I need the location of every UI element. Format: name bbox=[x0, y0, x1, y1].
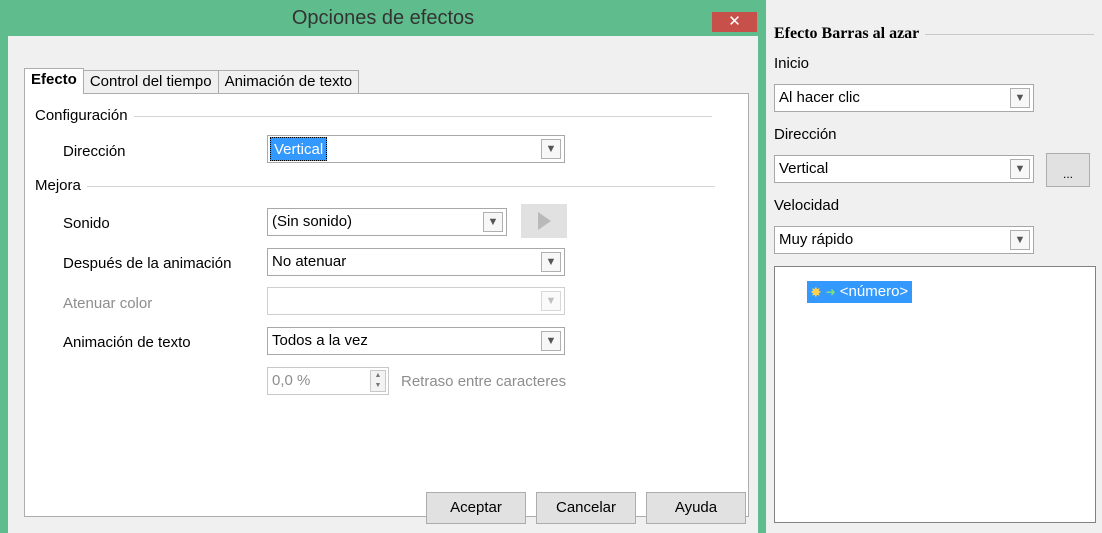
aceptar-button[interactable]: Aceptar bbox=[426, 492, 526, 524]
dialog-title: Opciones de efectos bbox=[291, 7, 475, 29]
ayuda-button[interactable]: Ayuda bbox=[646, 492, 746, 524]
animacion-texto-dropdown[interactable]: Todos a la vez ▼ bbox=[267, 327, 565, 355]
atenuar-color-label: Atenuar color bbox=[63, 295, 153, 312]
play-icon bbox=[538, 212, 551, 230]
dialog-body: Efecto Control del tiempo Animación de t… bbox=[8, 36, 758, 533]
retraso-spinbox[interactable]: 0,0 % ▲ ▼ bbox=[267, 367, 389, 395]
despues-animacion-label: Después de la animación bbox=[63, 255, 232, 272]
sidebar-direccion-dropdown-value: Vertical bbox=[779, 160, 829, 177]
sidebar-heading-text: Efecto Barras al azar bbox=[774, 25, 920, 42]
chevron-down-icon: ▼ bbox=[541, 291, 561, 311]
inicio-dropdown[interactable]: Al hacer clic ▼ bbox=[774, 84, 1034, 112]
direccion-label: Dirección bbox=[63, 143, 126, 160]
atenuar-color-dropdown[interactable]: ▼ bbox=[267, 287, 565, 315]
cancelar-button[interactable]: Cancelar bbox=[536, 492, 636, 524]
tab-efecto[interactable]: Efecto bbox=[24, 68, 84, 94]
chevron-down-icon: ▼ bbox=[1010, 88, 1030, 108]
velocidad-dropdown-value: Muy rápido bbox=[779, 231, 854, 248]
animation-sidebar: Efecto Barras al azar Inicio Al hacer cl… bbox=[766, 0, 1102, 533]
animacion-texto-dropdown-value: Todos a la vez bbox=[272, 332, 368, 349]
retraso-value: 0,0 % bbox=[272, 372, 311, 389]
chevron-down-icon: ▼ bbox=[1010, 230, 1030, 250]
list-item-label: <número> bbox=[839, 283, 909, 300]
tab-animacion-de-texto[interactable]: Animación de texto bbox=[217, 70, 360, 94]
chevron-down-icon: ▼ bbox=[483, 212, 503, 232]
dialog-titlebar[interactable]: Opciones de efectos ✕ bbox=[0, 0, 766, 36]
chevron-down-icon: ▼ bbox=[541, 331, 561, 351]
close-icon: ✕ bbox=[728, 13, 741, 30]
sidebar-direccion-dropdown[interactable]: Vertical ▼ bbox=[774, 155, 1034, 183]
direccion-dropdown-value: Vertical bbox=[270, 137, 328, 161]
direccion-dropdown[interactable]: Vertical ▼ bbox=[267, 135, 565, 163]
chevron-down-icon: ▼ bbox=[541, 252, 561, 272]
more-options-button[interactable]: ... bbox=[1046, 153, 1090, 187]
inicio-dropdown-value: Al hacer clic bbox=[779, 89, 860, 106]
velocidad-dropdown[interactable]: Muy rápido ▼ bbox=[774, 226, 1034, 254]
group-divider bbox=[133, 115, 712, 117]
group-mejora-label: Mejora bbox=[35, 177, 81, 194]
group-configuracion-label: Configuración bbox=[35, 107, 128, 124]
inicio-label: Inicio bbox=[774, 55, 810, 72]
sonido-dropdown[interactable]: (Sin sonido) ▼ bbox=[267, 208, 507, 236]
entrance-arrow-icon: ➜ bbox=[825, 285, 836, 299]
effect-spark-icon: ✸ bbox=[810, 284, 822, 300]
play-sound-button[interactable] bbox=[521, 204, 567, 238]
sidebar-heading: Efecto Barras al azar bbox=[774, 24, 1094, 44]
animacion-texto-label: Animación de texto bbox=[63, 334, 191, 351]
velocidad-label: Velocidad bbox=[774, 197, 840, 214]
effect-options-dialog: Opciones de efectos ✕ Efecto Control del… bbox=[0, 0, 766, 533]
despues-animacion-dropdown-value: No atenuar bbox=[272, 253, 347, 270]
despues-animacion-dropdown[interactable]: No atenuar ▼ bbox=[267, 248, 565, 276]
group-mejora: Mejora bbox=[35, 176, 715, 196]
spin-arrows-icon[interactable]: ▲ ▼ bbox=[370, 370, 386, 392]
tab-panel-efecto: Configuración Dirección Vertical ▼ Mejor… bbox=[24, 93, 749, 517]
tab-bar: Efecto Control del tiempo Animación de t… bbox=[24, 68, 360, 94]
group-configuracion: Configuración bbox=[35, 106, 712, 126]
retraso-label: Retraso entre caracteres bbox=[401, 373, 567, 390]
tab-control-del-tiempo[interactable]: Control del tiempo bbox=[82, 70, 219, 94]
sidebar-direccion-label: Dirección bbox=[774, 126, 837, 143]
sonido-label: Sonido bbox=[63, 215, 110, 232]
list-item[interactable]: ✸ ➜ <número> bbox=[807, 281, 913, 303]
sonido-dropdown-value: (Sin sonido) bbox=[272, 213, 353, 230]
group-divider bbox=[86, 185, 715, 187]
close-button[interactable]: ✕ bbox=[712, 12, 757, 32]
chevron-down-icon: ▼ bbox=[1010, 159, 1030, 179]
chevron-down-icon: ▼ bbox=[541, 139, 561, 159]
heading-divider bbox=[925, 33, 1094, 35]
animation-list[interactable]: ✸ ➜ <número> bbox=[774, 266, 1096, 523]
